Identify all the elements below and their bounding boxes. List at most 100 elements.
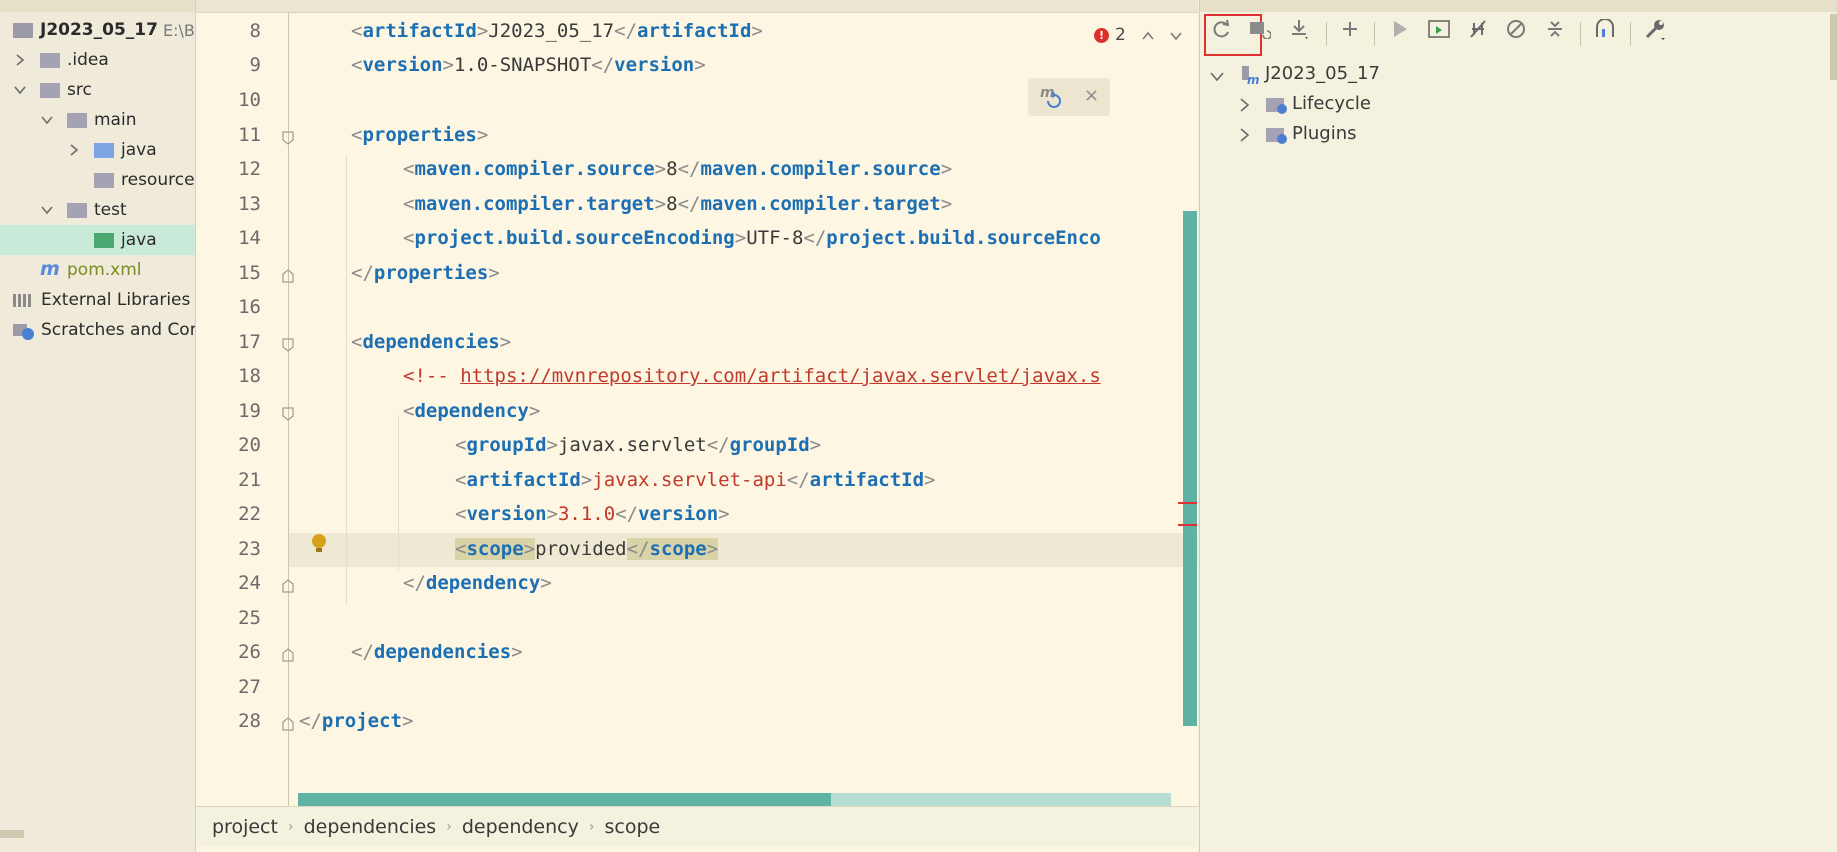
plugins-folder-icon (1265, 125, 1289, 145)
download-button[interactable] (1285, 16, 1315, 46)
breadcrumb-item[interactable]: dependency (452, 816, 589, 838)
tree-item-pom[interactable]: m pom.xml (0, 255, 195, 285)
maven-lifecycle-node[interactable]: Lifecycle (1237, 90, 1797, 120)
fold-marker-icon[interactable] (282, 578, 294, 593)
tree-item-test[interactable]: test (0, 195, 195, 225)
code-line-13: <maven.compiler.target>8</maven.compiler… (403, 193, 953, 215)
maven-node-label: Lifecycle (1292, 93, 1371, 114)
maven-reload-icon[interactable]: m (1038, 83, 1064, 109)
breadcrumb-item[interactable]: scope (594, 816, 670, 838)
tree-item-test-java[interactable]: java (0, 225, 195, 255)
chevron-down-icon[interactable] (12, 82, 28, 98)
intention-bulb-icon[interactable] (310, 533, 328, 555)
tree-item-main-java[interactable]: java (0, 135, 195, 165)
xml-tag: properties (362, 124, 477, 146)
chevron-down-icon[interactable] (1170, 26, 1182, 45)
maven-scrollbar[interactable] (1830, 14, 1837, 80)
tree-item-main[interactable]: main (0, 105, 195, 135)
toggle-offline-button[interactable] (1463, 16, 1493, 46)
line-number: 22 (238, 503, 261, 525)
xml-value-error: 3.1.0 (557, 503, 616, 525)
xml-tag: artifactId (466, 469, 581, 491)
xml-tag: dependencies (362, 331, 500, 353)
show-dependencies-button[interactable] (1590, 16, 1620, 46)
xml-tag: scope (649, 538, 707, 560)
code-line-12: <maven.compiler.source>8</maven.compiler… (403, 158, 953, 180)
maven-node-label: Plugins (1292, 123, 1357, 144)
error-icon: ! (1094, 27, 1109, 43)
fold-marker-icon[interactable] (282, 647, 294, 662)
error-stripe-marker[interactable] (1178, 502, 1197, 504)
refresh-icon (1212, 19, 1232, 44)
tree-item-idea[interactable]: .idea (0, 45, 195, 75)
xml-tag: version (362, 54, 443, 76)
horizontal-scrollbar-thumb[interactable] (298, 793, 831, 807)
generate-sources-button[interactable] (1245, 16, 1275, 46)
tree-item-resources[interactable]: resource (0, 165, 195, 195)
tree-label: main (94, 110, 137, 130)
tree-item-scratches[interactable]: Scratches and Cor (0, 315, 195, 345)
code-line-9: <version>1.0-SNAPSHOT</version> (351, 54, 706, 76)
horizontal-scrollbar[interactable] (0, 830, 24, 838)
collapse-all-button[interactable] (1540, 16, 1570, 46)
maven-plugins-node[interactable]: Plugins (1237, 120, 1797, 150)
line-number: 21 (238, 469, 261, 491)
fold-marker-icon[interactable] (282, 268, 294, 283)
run-maven-build-button[interactable] (1385, 16, 1415, 46)
skip-tests-button[interactable] (1501, 16, 1531, 46)
code-line-18: <!-- https://mvnrepository.com/artifact/… (403, 365, 1195, 387)
line-number: 25 (238, 607, 261, 629)
tree-label: java (121, 230, 157, 250)
fold-marker-icon[interactable] (282, 130, 294, 145)
error-stripe-marker[interactable] (1178, 524, 1197, 526)
tree-label: .idea (67, 50, 109, 70)
toolbar-separator (1580, 22, 1581, 46)
chevron-right-icon[interactable] (12, 52, 28, 68)
maven-project-node[interactable]: m J2023_05_17 (1210, 60, 1810, 90)
xml-tag: properties (373, 262, 489, 284)
editor-tab-bar[interactable] (196, 0, 1198, 13)
line-number: 13 (238, 193, 261, 215)
reload-all-button[interactable] (1207, 16, 1237, 46)
add-maven-project-button[interactable] (1335, 16, 1365, 46)
inspection-widget[interactable]: ! 2 (1094, 24, 1194, 46)
project-panel-header (0, 0, 195, 12)
tree-item-root[interactable]: J2023_05_17 E:\B (0, 15, 195, 45)
breadcrumb-item[interactable]: dependencies (294, 816, 447, 838)
tree-item-external-libraries[interactable]: External Libraries (0, 285, 195, 315)
maven-settings-button[interactable] (1640, 16, 1670, 46)
lifecycle-folder-icon (1265, 95, 1289, 115)
comment-link[interactable]: https://mvnrepository.com/artifact/javax… (460, 365, 1101, 387)
line-number: 27 (238, 676, 261, 698)
folder-refresh-icon (1249, 19, 1272, 44)
folder-icon (67, 203, 87, 218)
chevron-down-icon[interactable] (39, 112, 55, 128)
xml-tag: dependency (425, 572, 541, 594)
line-number: 26 (238, 641, 261, 663)
fold-marker-icon[interactable] (282, 716, 294, 731)
chevron-down-icon[interactable] (39, 202, 55, 218)
project-tool-window: J2023_05_17 E:\B .idea src main java res… (0, 0, 196, 852)
line-number: 24 (238, 572, 261, 594)
xml-tag: project.build.sourceEncoding (414, 227, 735, 249)
chevron-right-icon[interactable] (66, 142, 82, 158)
xml-tag: groupId (729, 434, 810, 456)
close-icon[interactable]: × (1084, 85, 1099, 106)
run-window-icon (1428, 19, 1450, 43)
code-line-23: <scope>provided</scope> (455, 538, 719, 560)
chevron-right-icon[interactable] (1239, 97, 1251, 116)
chevron-up-icon[interactable] (1142, 26, 1154, 45)
line-number: 12 (238, 158, 261, 180)
xml-tag: version (614, 54, 695, 76)
chevron-down-icon[interactable] (1210, 68, 1224, 87)
line-number: 28 (238, 710, 261, 732)
line-number: 9 (249, 54, 261, 76)
fold-marker-icon[interactable] (282, 406, 294, 421)
maven-project-label: J2023_05_17 (1265, 63, 1380, 84)
execute-goal-button[interactable] (1424, 16, 1454, 46)
vertical-scrollbar-thumb[interactable] (1183, 211, 1197, 726)
tree-item-src[interactable]: src (0, 75, 195, 105)
breadcrumb-item[interactable]: project (196, 816, 288, 838)
fold-marker-icon[interactable] (282, 337, 294, 352)
chevron-right-icon[interactable] (1239, 127, 1251, 146)
